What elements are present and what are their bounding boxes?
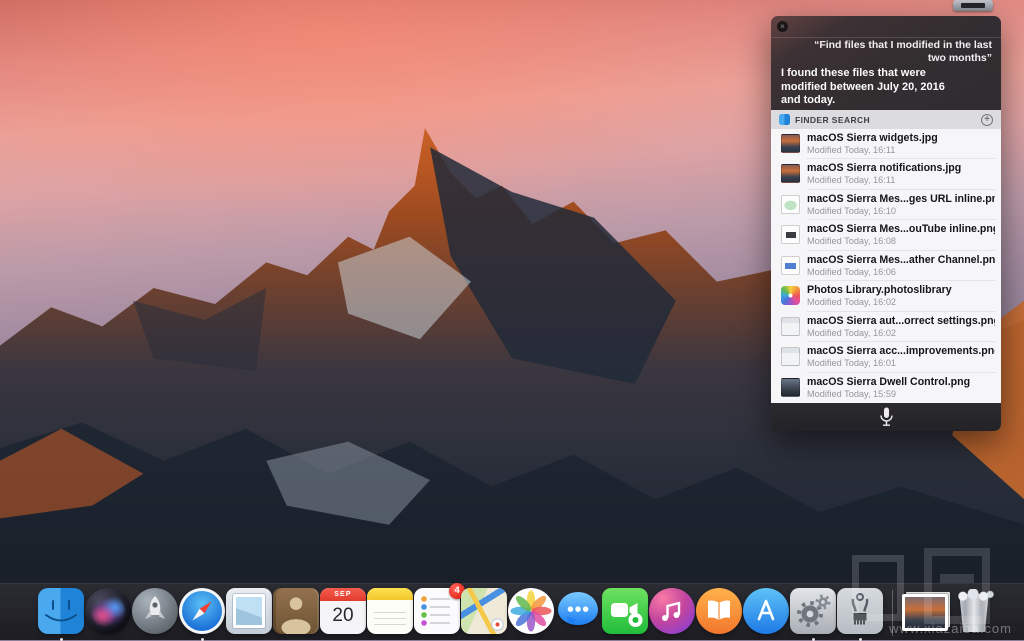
file-thumbnail (781, 195, 800, 214)
facetime-camera-icon (602, 588, 648, 634)
finder-search-header: FINDER SEARCH + (771, 110, 1001, 129)
gear-icon (790, 588, 836, 634)
list-item[interactable]: macOS Sierra Dwell Control.png Modified … (771, 373, 1001, 403)
file-name: macOS Sierra Mes...ather Channel.png (807, 254, 995, 266)
siri-panel-footer (771, 403, 1001, 431)
dock-item-siri[interactable] (85, 588, 131, 634)
dock-item-itunes[interactable] (649, 588, 695, 634)
file-modified-date: Modified Today, 15:59 (807, 389, 995, 399)
itunes-note-icon (649, 588, 695, 634)
app-store-icon (743, 588, 789, 634)
dock-separator (884, 588, 900, 638)
file-modified-date: Modified Today, 16:11 (807, 145, 995, 155)
file-modified-date: Modified Today, 16:01 (807, 358, 995, 368)
dock-item-safari[interactable] (179, 588, 225, 634)
file-thumbnail (781, 347, 800, 366)
dock-item-finder[interactable] (38, 588, 84, 634)
notes-icon (367, 588, 413, 634)
file-thumbnail (781, 225, 800, 244)
dock-item-photos[interactable] (508, 588, 554, 634)
list-item[interactable]: macOS Sierra Mes...ouTube inline.png Mod… (771, 220, 1001, 250)
calendar-day: 20 (320, 601, 366, 631)
file-thumbnail (781, 317, 800, 336)
dock-item-launchpad[interactable] (132, 588, 178, 634)
list-item[interactable]: Photos Library.photoslibrary Modified To… (771, 281, 1001, 311)
contacts-book-icon (273, 588, 319, 634)
siri-panel-header: × “Find files that I modified in the las… (771, 16, 1001, 110)
dock-item-reminders[interactable]: 4 (414, 588, 460, 634)
dock-item-app-store[interactable] (743, 588, 789, 634)
calendar-month: SEP (320, 588, 366, 601)
calendar-icon: SEP 20 (320, 588, 366, 634)
file-thumbnail (781, 134, 800, 153)
file-modified-date: Modified Today, 16:02 (807, 328, 995, 338)
siri-panel: × “Find files that I modified in the las… (771, 16, 1001, 431)
siri-query-text: “Find files that I modified in the last … (794, 39, 992, 65)
file-thumbnail (781, 256, 800, 275)
dock-item-calendar[interactable]: SEP 20 (320, 588, 366, 634)
dock-item-contacts[interactable] (273, 588, 319, 634)
siri-icon (85, 588, 131, 634)
file-name: macOS Sierra acc...improvements.png (807, 345, 995, 357)
file-modified-date: Modified Today, 16:08 (807, 236, 995, 246)
file-name: macOS Sierra Mes...ges URL inline.png (807, 193, 995, 205)
file-modified-date: Modified Today, 16:11 (807, 175, 995, 185)
dock-item-facetime[interactable] (602, 588, 648, 634)
file-name: Photos Library.photoslibrary (807, 284, 995, 296)
dock: SEP 20 4 (0, 583, 1024, 640)
microphone-icon[interactable] (880, 407, 893, 427)
finder-icon (38, 588, 84, 634)
file-modified-date: Modified Today, 16:06 (807, 267, 995, 277)
file-thumbnail (781, 378, 800, 397)
cropped-device-icon (953, 0, 993, 11)
list-item[interactable]: macOS Sierra Mes...ather Channel.png Mod… (771, 251, 1001, 281)
launchpad-rocket-icon (132, 588, 178, 634)
list-item[interactable]: macOS Sierra acc...improvements.png Modi… (771, 342, 1001, 372)
dock-item-system-preferences[interactable] (790, 588, 836, 634)
finder-search-results: macOS Sierra widgets.jpg Modified Today,… (771, 129, 1001, 403)
trash-paper-icon (956, 589, 994, 601)
file-modified-date: Modified Today, 16:10 (807, 206, 995, 216)
downloads-photo-stack-icon (902, 594, 948, 631)
file-name: macOS Sierra Mes...ouTube inline.png (807, 223, 995, 235)
list-item[interactable]: macOS Sierra aut...orrect settings.png M… (771, 312, 1001, 342)
dock-item-ibooks[interactable] (696, 588, 742, 634)
file-name: macOS Sierra aut...orrect settings.png (807, 315, 995, 327)
list-item[interactable]: macOS Sierra notifications.jpg Modified … (771, 159, 1001, 189)
dock-item-downloads-stack[interactable] (900, 588, 950, 634)
chip-extractor-icon (837, 588, 883, 634)
list-item[interactable]: macOS Sierra Mes...ges URL inline.png Mo… (771, 190, 1001, 220)
maps-icon (461, 588, 507, 634)
dock-item-maps[interactable] (461, 588, 507, 634)
file-modified-date: Modified Today, 16:02 (807, 297, 995, 307)
finder-search-title: FINDER SEARCH (795, 115, 981, 125)
finder-icon (779, 114, 790, 125)
dock-item-notes[interactable] (367, 588, 413, 634)
divider (771, 37, 1001, 38)
dock-item-chip-utility[interactable] (837, 588, 883, 634)
file-name: macOS Sierra widgets.jpg (807, 132, 995, 144)
list-item[interactable]: macOS Sierra widgets.jpg Modified Today,… (771, 129, 1001, 159)
file-name: macOS Sierra notifications.jpg (807, 162, 995, 174)
close-icon[interactable]: × (777, 21, 788, 32)
mail-stamp-icon (226, 588, 272, 634)
ibooks-book-icon (696, 588, 742, 634)
photos-flower-icon (508, 588, 554, 634)
dock-item-messages[interactable] (555, 588, 601, 634)
dock-item-mail[interactable] (226, 588, 272, 634)
add-to-today-icon[interactable]: + (981, 114, 993, 126)
dock-item-trash[interactable] (951, 588, 997, 634)
file-name: macOS Sierra Dwell Control.png (807, 376, 995, 388)
file-thumbnail (781, 164, 800, 183)
siri-response-text: I found these files that were modified b… (781, 67, 953, 108)
messages-bubble-icon (558, 592, 598, 625)
file-thumbnail (781, 286, 800, 305)
safari-compass-icon (179, 588, 225, 634)
